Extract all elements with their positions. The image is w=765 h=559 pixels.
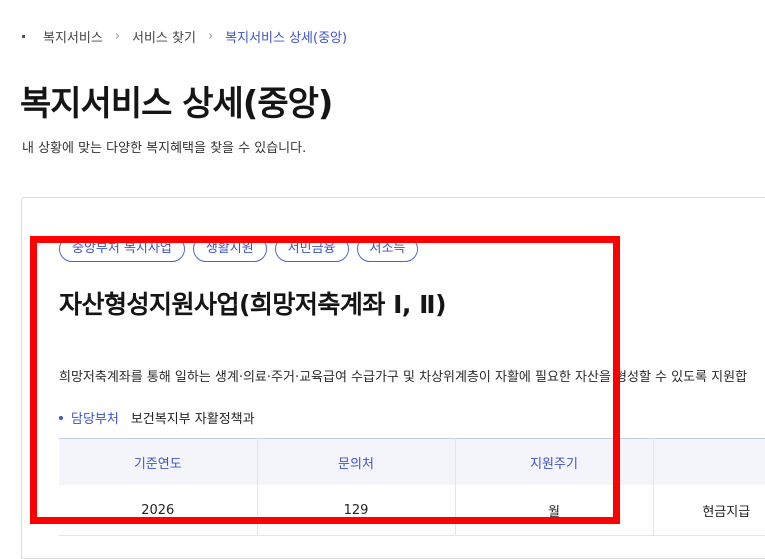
tag-microfinance[interactable]: 서민금융 <box>274 236 349 262</box>
table-header-extra <box>653 438 765 485</box>
breadcrumb-item-search[interactable]: 서비스 찾기 <box>132 27 196 46</box>
chevron-right-icon: › <box>114 28 121 44</box>
table-header-row: 기준연도 문의처 지원주기 <box>59 438 765 485</box>
service-card: 중앙부처 복지사업 생활지원 서민금융 저소득 자산형성지원사업(희망저축계좌 … <box>21 197 765 559</box>
tag-low-income[interactable]: 저소득 <box>356 236 419 262</box>
tag-central-ministry[interactable]: 중앙부처 복지사업 <box>59 236 185 262</box>
table-header-base-year: 기준연도 <box>59 438 258 485</box>
chevron-right-icon: › <box>207 28 214 44</box>
table-header-support-cycle: 지원주기 <box>455 438 654 485</box>
table-cell-base-year: 2026 <box>59 485 258 536</box>
tag-living-support[interactable]: 생활지원 <box>192 236 267 262</box>
table-header-contact: 문의처 <box>257 438 456 485</box>
service-description: 희망저축계좌를 통해 일하는 생계·의료·주거·교육급여 수급가구 및 차상위계… <box>59 370 748 385</box>
department-info: 담당부처 보건복지부 자활정책과 <box>59 408 255 427</box>
breadcrumb-item-current: 복지서비스 상세(중앙) <box>225 30 348 46</box>
tag-list: 중앙부처 복지사업 생활지원 서민금융 저소득 <box>59 236 419 262</box>
breadcrumb-item-welfare[interactable]: 복지서비스 <box>43 27 103 46</box>
service-title: 자산형성지원사업(희망저축계좌 Ⅰ, Ⅱ) <box>59 290 447 319</box>
page-description: 내 상황에 맞는 다양한 복지혜택을 찾을 수 있습니다. <box>22 141 307 156</box>
table-cell-contact: 129 <box>257 485 456 536</box>
bullet-icon <box>59 415 63 420</box>
page-title: 복지서비스 상세(중앙) <box>20 84 333 124</box>
department-label: 담당부처 <box>71 412 119 427</box>
breadcrumb-home-icon[interactable] <box>22 34 25 38</box>
table-cell-support-cycle: 월 <box>455 485 654 536</box>
table-row: 2026 129 월 현금지급 <box>59 485 765 536</box>
service-info-table: 기준연도 문의처 지원주기 2026 129 월 현금지급 <box>59 438 765 536</box>
department-value: 보건복지부 자활정책과 <box>130 412 255 427</box>
breadcrumb: 복지서비스 › 서비스 찾기 › 복지서비스 상세(중앙) <box>22 27 348 46</box>
table-cell-support-type: 현금지급 <box>653 485 765 536</box>
